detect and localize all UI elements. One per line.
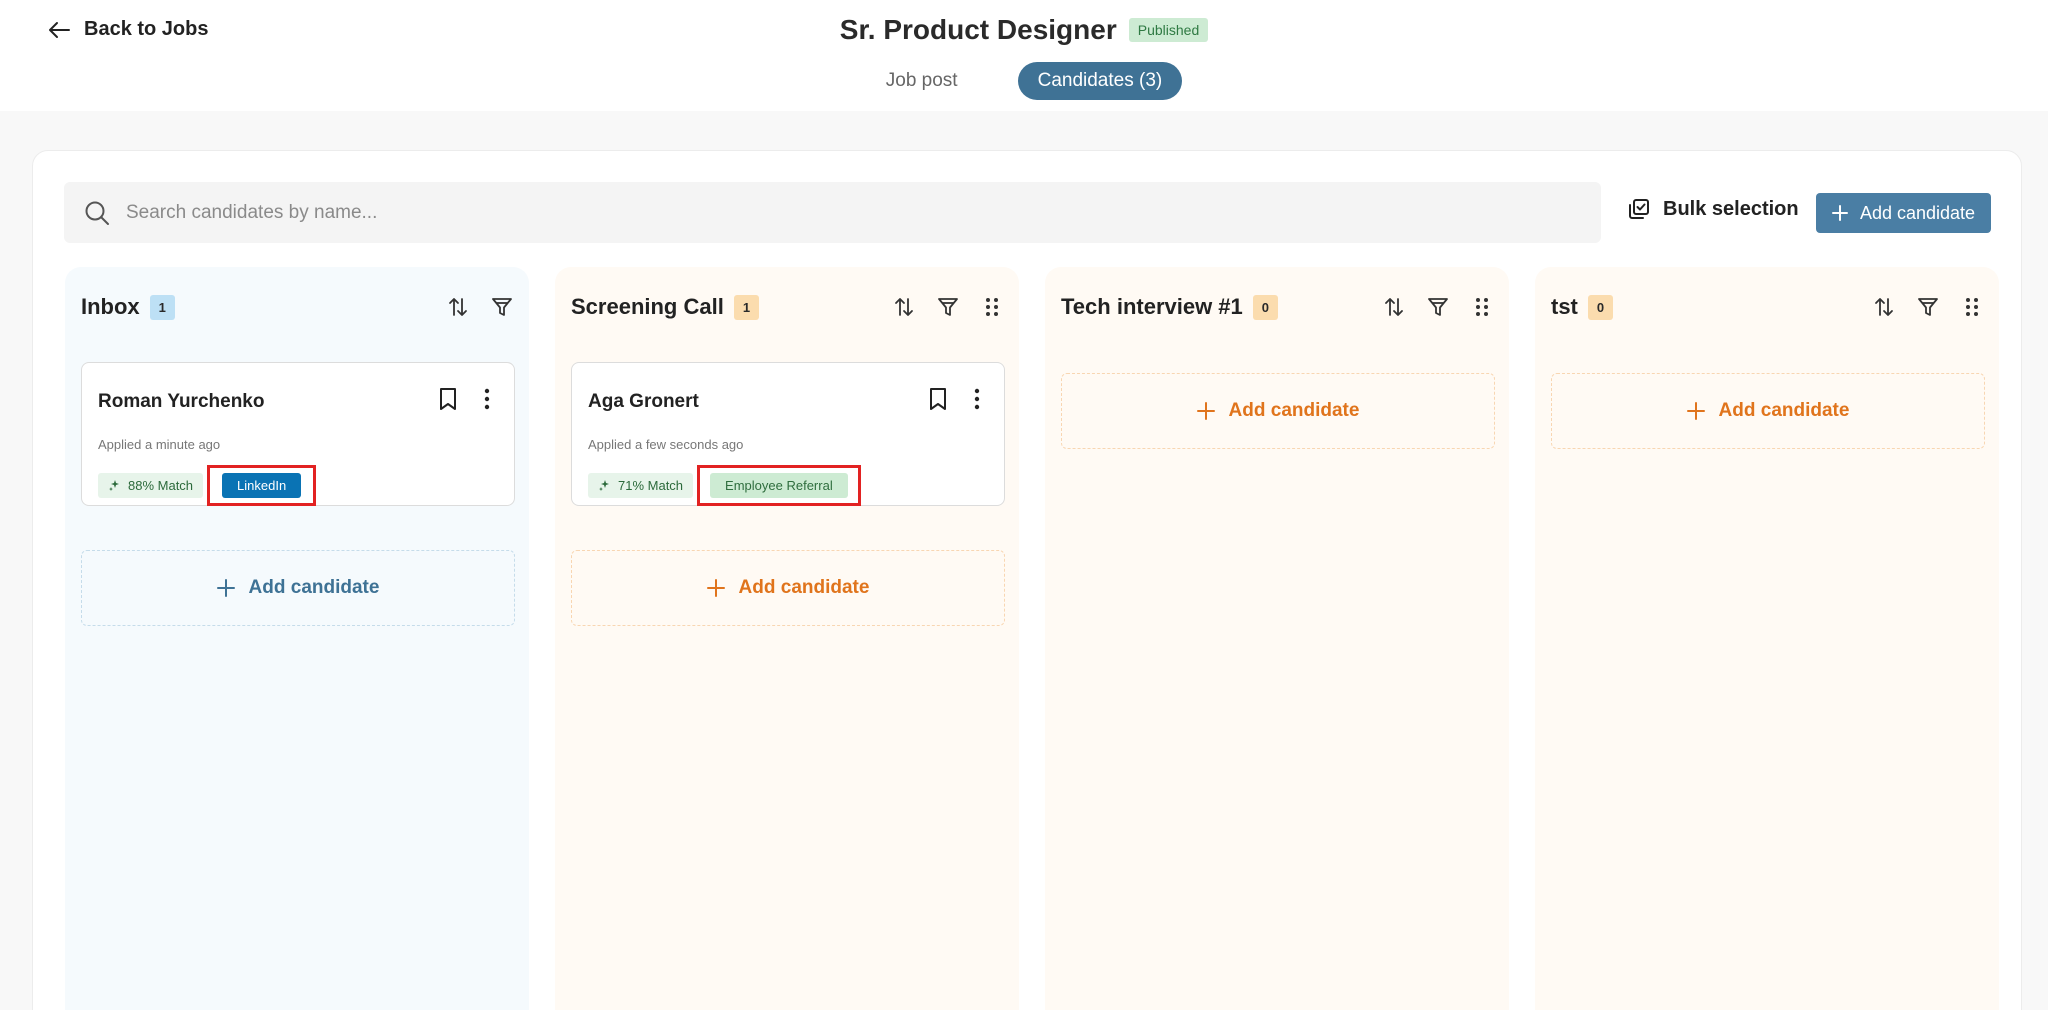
sort-icon[interactable] [1383,296,1405,318]
title-row: Sr. Product Designer Published [0,14,2048,46]
column-count-badge: 1 [733,294,760,320]
column-tech-interview: Tech interview #1 0 Add candidate [1045,267,1509,1010]
search-icon [85,201,109,225]
more-vertical-icon[interactable] [974,388,980,410]
column-count-badge: 0 [1587,294,1614,320]
column-count-badge: 1 [149,294,175,320]
board-panel: Bulk selection Add candidate Inbox 1 Rom… [32,150,2022,1010]
search-bar [64,182,1601,243]
status-badge: Published [1128,18,1209,42]
plus-icon [1196,402,1215,420]
plus-icon [216,579,235,597]
filter-icon[interactable] [491,296,513,318]
add-candidate-label: Add candidate [1228,400,1360,421]
add-candidate-label: Add candidate [1718,400,1850,421]
candidate-card[interactable]: Roman Yurchenko Applied a minute ago 88%… [81,362,515,506]
card-tags: 71% Match Employee Referral [588,465,861,506]
column-actions [1383,296,1493,318]
column-header: Screening Call 1 [571,287,1003,327]
match-text: 71% Match [618,478,684,493]
column-inbox: Inbox 1 Roman Yurchenko Applied a minute… [65,267,529,1010]
column-tst: tst 0 Add candidate [1535,267,1999,1010]
drag-handle-icon[interactable] [1961,296,1983,318]
add-candidate-label: Add candidate [1859,202,1976,223]
column-header: Inbox 1 [81,287,513,327]
bookmark-icon[interactable] [928,387,948,411]
column-header: Tech interview #1 0 [1061,287,1493,327]
column-count-badge: 0 [1252,294,1279,320]
source-highlight: Employee Referral [697,465,861,506]
column-title: Screening Call [571,294,724,319]
sparkle-icon [109,479,119,491]
candidate-card[interactable]: Aga Gronert Applied a few seconds ago 71… [571,362,1005,506]
column-add-candidate-button[interactable]: Add candidate [1061,373,1495,449]
column-header: tst 0 [1551,287,1983,327]
search-input[interactable] [126,201,1526,224]
sort-icon[interactable] [893,296,915,318]
drag-handle-icon[interactable] [981,296,1003,318]
card-actions [438,387,490,411]
column-title: Tech interview #1 [1061,294,1243,319]
bookmark-icon[interactable] [438,387,458,411]
candidate-name: Roman Yurchenko [98,391,265,412]
tab-job-post[interactable]: Job post [866,62,978,100]
column-add-candidate-button[interactable]: Add candidate [1551,373,1985,449]
match-text: 88% Match [128,478,194,493]
filter-icon[interactable] [1917,296,1939,318]
top-bar: Back to Jobs Sr. Product Designer Publis… [0,0,2048,111]
source-badge-linkedin: LinkedIn [222,473,302,498]
source-highlight: LinkedIn [207,465,317,506]
tab-candidates[interactable]: Candidates (3) [1017,62,1183,100]
bulk-selection-button[interactable]: Bulk selection [1627,197,1799,221]
bulk-select-icon [1629,199,1649,219]
page-title: Sr. Product Designer [839,14,1117,45]
drag-handle-icon[interactable] [1471,296,1493,318]
plus-icon [1831,205,1848,221]
column-screening-call: Screening Call 1 Aga Gronert Applied a f… [555,267,1019,1010]
more-vertical-icon[interactable] [484,388,490,410]
sort-icon[interactable] [447,296,469,318]
column-title: tst [1551,294,1578,319]
filter-icon[interactable] [937,296,959,318]
candidate-name: Aga Gronert [588,391,699,412]
card-actions [928,387,980,411]
match-badge: 71% Match [588,473,694,498]
column-title: Inbox [81,294,140,319]
add-candidate-button[interactable]: Add candidate [1816,193,1991,233]
column-actions [447,296,513,318]
applied-time: Applied a minute ago [98,437,221,452]
plus-icon [1686,402,1705,420]
filter-icon[interactable] [1427,296,1449,318]
bulk-selection-label: Bulk selection [1663,197,1799,220]
column-actions [893,296,1003,318]
column-actions [1873,296,1983,318]
card-tags: 88% Match LinkedIn [98,465,317,506]
column-add-candidate-button[interactable]: Add candidate [81,550,515,626]
column-add-candidate-button[interactable]: Add candidate [571,550,1005,626]
tab-bar: Job post Candidates (3) [0,62,2048,100]
source-badge-referral: Employee Referral [710,473,848,498]
sort-icon[interactable] [1873,296,1895,318]
add-candidate-label: Add candidate [248,577,380,598]
match-badge: 88% Match [98,473,204,498]
plus-icon [706,579,725,597]
applied-time: Applied a few seconds ago [588,437,744,452]
add-candidate-label: Add candidate [738,577,870,598]
sparkle-icon [599,479,609,491]
